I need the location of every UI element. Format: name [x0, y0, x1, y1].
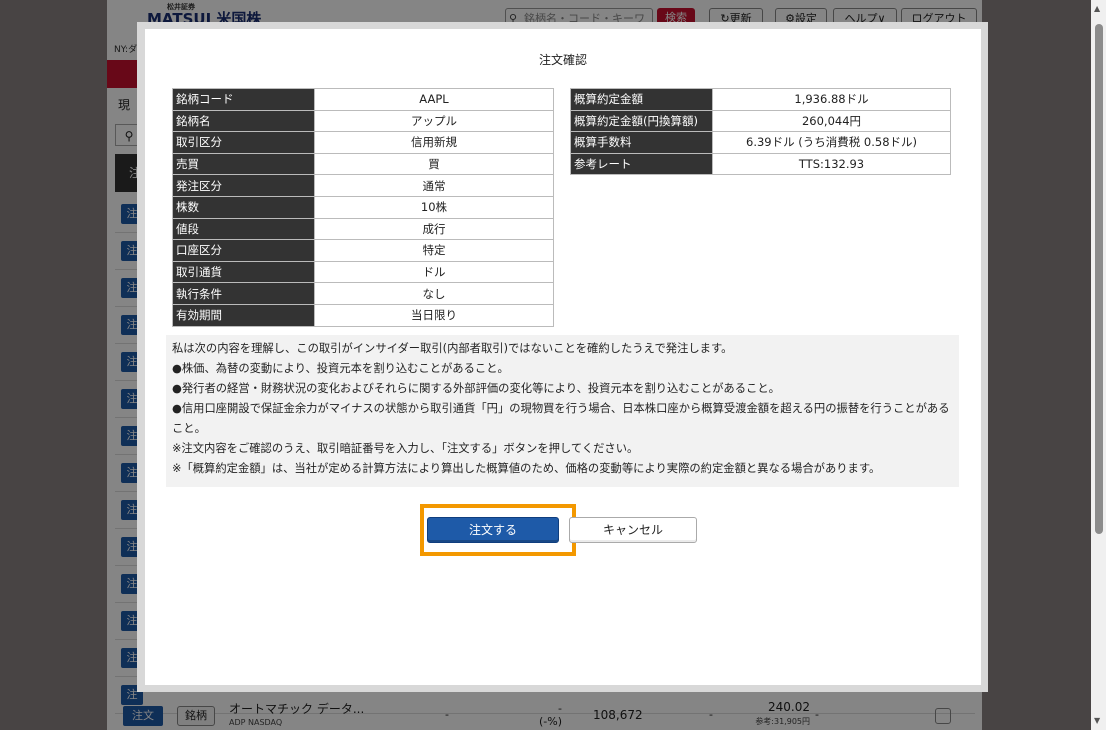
notice-text: ※注文内容をご確認のうえ、取引暗証番号を入力し、「注文する」ボタンを押してくださ… [172, 442, 639, 455]
table-row: 概算手数料 6.39ドル (うち消費税 0.58ドル) [570, 131, 951, 154]
table-row: 参考レート TTS:132.93 [570, 152, 951, 176]
table-row: 売買買 [172, 152, 554, 176]
table-row: 銘柄名 アップル [172, 109, 554, 133]
table-row: 概算約定金額 1,936.88ドル [570, 88, 951, 111]
scroll-up-icon[interactable]: ▲ [1094, 4, 1100, 13]
table-row: 株数 10株 [172, 195, 554, 219]
notice-text: ●信用口座開設で保証金余力がマイナスの状態から取引通貨「円」の現物買を行う場合、… [172, 402, 950, 435]
table-row: 口座区分 特定 [172, 239, 554, 262]
scrollbar-thumb[interactable] [1095, 24, 1103, 534]
table-row: 値段 成行 [172, 217, 554, 241]
notice-text: ●発行者の経営・財務状況の変化およびそれらに関する外部評価の変化等により、投資元… [172, 382, 780, 395]
table-row: 取引通貨 ドル [172, 260, 554, 284]
notice-text: ●株価、為替の変動により、投資元本を割り込むことがあること。 [172, 362, 509, 375]
notice-text: ※「概算約定金額」は、当社が定める計算方法により算出した概算値のため、価格の変動… [172, 462, 881, 475]
order-details-table: 銘柄コード AAPL 銘柄名 アップル 取引区分 信用新規 売買買 発注区分 通常 株数… [172, 88, 554, 327]
dialog-title: 注文確認 [538, 53, 587, 67]
table-row: 執行条件 なし [172, 282, 554, 305]
notice-box: 私は次の内容を理解し、この取引がインサイダー取引(内部者取引)ではないことを確約… [166, 335, 959, 487]
table-row: 有効期間 当日限り [172, 303, 554, 327]
scroll-down-icon[interactable]: ▼ [1094, 716, 1100, 725]
notice-text: 私は次の内容を理解し、この取引がインサイダー取引(内部者取引)ではないことを確約… [172, 342, 733, 355]
dialog-body: 注文確認 銘柄コード AAPL 銘柄名 アップル 取引区分 信用新規 売買買 発注区分… [145, 29, 981, 685]
table-row: 発注区分 通常 [172, 174, 554, 197]
table-row: 取引区分 信用新規 [172, 131, 554, 154]
table-row: 概算約定金額(円換算額) 260,044円 [570, 109, 951, 133]
page-scrollbar[interactable]: ▲ ▼ [1091, 0, 1106, 730]
order-confirm-dialog: 注文確認 銘柄コード AAPL 銘柄名 アップル 取引区分 信用新規 売買買 発注区分… [137, 22, 988, 692]
cancel-button[interactable]: キャンセル [569, 517, 697, 543]
trade-side-value: 買 [314, 152, 554, 176]
table-row: 銘柄コード AAPL [172, 88, 554, 111]
estimate-table: 概算約定金額 1,936.88ドル 概算約定金額(円換算額) 260,044円 概算… [570, 88, 951, 176]
place-order-button[interactable]: 注文する [427, 517, 559, 543]
